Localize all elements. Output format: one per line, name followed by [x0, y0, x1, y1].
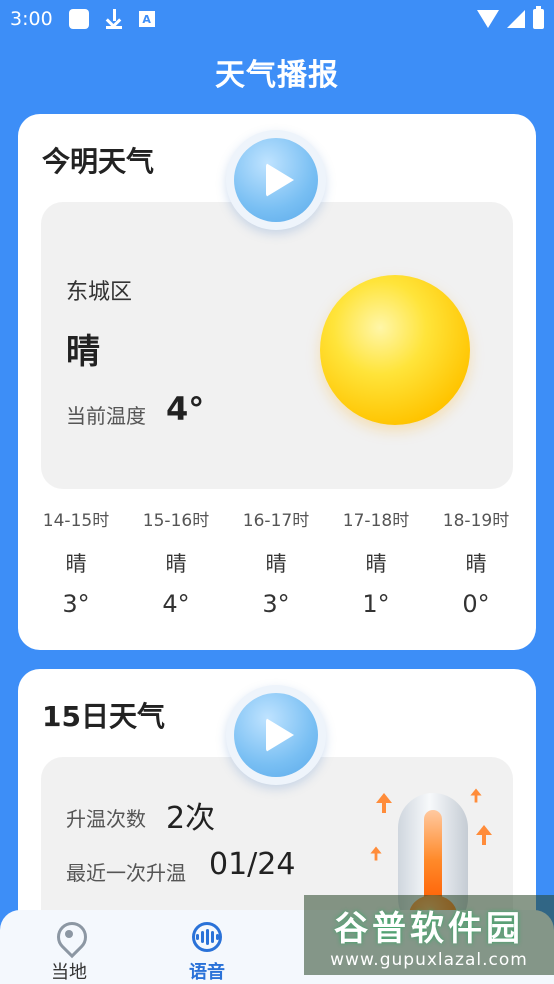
watermark-title: 谷普软件园 [334, 908, 524, 949]
last-warm-value: 01/24 [209, 847, 296, 882]
status-time: 3:00 [10, 8, 53, 30]
hourly-forecast: 14-15时 晴 3° 15-16时 晴 4° 16-17时 晴 3° 17-1… [26, 506, 526, 618]
hour-condition: 晴 [65, 552, 87, 576]
nav-item-local[interactable]: 当地 [0, 910, 138, 984]
play-icon [234, 693, 318, 777]
last-warm-label: 最近一次升温 [66, 861, 186, 885]
wifi-icon [477, 10, 499, 28]
today-card-title: 今明天气 [42, 145, 155, 178]
download-icon [105, 9, 123, 29]
hourly-item: 15-16时 晴 4° [126, 506, 226, 618]
nav-item-voice[interactable]: 语音 [138, 910, 276, 984]
current-condition: 晴 [66, 332, 100, 372]
today-weather-card: 今明天气 东城区 晴 当前温度 4° 14-15时 晴 3° 15-16时 晴 … [18, 114, 536, 650]
hourly-item: 18-19时 晴 0° [426, 506, 526, 618]
hour-temp: 4° [162, 590, 190, 618]
watermark-url: www.gupuxlazal.com [330, 949, 528, 970]
hour-time: 18-19时 [442, 511, 510, 531]
nav-label: 当地 [51, 962, 87, 983]
hourly-item: 17-18时 晴 1° [326, 506, 426, 618]
hour-condition: 晴 [365, 552, 387, 576]
hour-temp: 3° [62, 590, 90, 618]
warm-count-label: 升温次数 [66, 807, 146, 831]
current-temp-value: 4° [166, 390, 205, 428]
hour-temp: 1° [362, 590, 390, 618]
nav-label: 语音 [189, 962, 225, 983]
hour-time: 17-18时 [342, 511, 410, 531]
current-weather-panel: 东城区 晴 当前温度 4° [41, 202, 513, 489]
warm-count-value: 2次 [166, 801, 216, 836]
hour-time: 16-17时 [242, 511, 310, 531]
hour-condition: 晴 [265, 552, 287, 576]
current-temp-label: 当前温度 [66, 404, 146, 428]
forecast-card-title: 15日天气 [42, 700, 165, 733]
hourly-item: 14-15时 晴 3° [26, 506, 126, 618]
hour-temp: 3° [262, 590, 290, 618]
hourly-item: 16-17时 晴 3° [226, 506, 326, 618]
battery-icon [533, 6, 544, 29]
hour-time: 14-15时 [42, 511, 110, 531]
district-name: 东城区 [66, 280, 133, 305]
hour-temp: 0° [462, 590, 490, 618]
sunny-icon [320, 275, 470, 425]
status-right-group [477, 6, 544, 29]
play-today-button[interactable] [226, 130, 326, 230]
voice-wave-icon [192, 922, 222, 952]
hour-condition: 晴 [465, 552, 487, 576]
page-title: 天气播报 [215, 58, 339, 93]
notification-app-icon [68, 9, 89, 29]
watermark: 谷普软件园 www.gupuxlazal.com [304, 895, 554, 975]
location-pin-icon [56, 922, 82, 952]
signal-icon [507, 10, 525, 28]
font-notification-icon: A [138, 11, 155, 27]
play-forecast-button[interactable] [226, 685, 326, 785]
play-icon [234, 138, 318, 222]
hour-condition: 晴 [165, 552, 187, 576]
status-bar: 3:00 A [0, 0, 554, 38]
hour-time: 15-16时 [142, 511, 210, 531]
